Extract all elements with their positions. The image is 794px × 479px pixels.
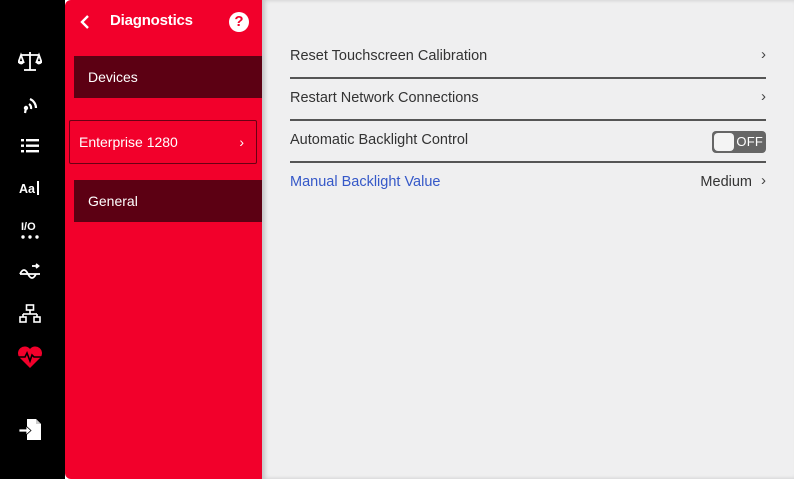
chevron-right-icon: › bbox=[761, 46, 766, 63]
scale-icon[interactable] bbox=[15, 47, 45, 75]
manual-backlight-row[interactable]: Manual Backlight Value Medium › bbox=[290, 163, 766, 205]
heart-pulse-icon[interactable] bbox=[15, 343, 45, 371]
restart-network-row[interactable]: Restart Network Connections › bbox=[290, 79, 766, 121]
export-file-icon[interactable] bbox=[15, 415, 45, 443]
row-label: Restart Network Connections bbox=[290, 90, 479, 106]
row-label: Reset Touchscreen Calibration bbox=[290, 48, 488, 64]
chevron-right-icon: › bbox=[239, 134, 244, 150]
backlight-value: Medium bbox=[700, 174, 752, 190]
back-button[interactable] bbox=[75, 10, 97, 34]
toggle-knob bbox=[714, 133, 734, 151]
nav-item-label: Enterprise 1280 bbox=[79, 134, 178, 150]
row-label: Manual Backlight Value bbox=[290, 174, 441, 190]
network-icon[interactable] bbox=[15, 300, 45, 328]
row-label: Automatic Backlight Control bbox=[290, 132, 469, 148]
auto-backlight-row: Automatic Backlight Control OFF bbox=[290, 121, 766, 163]
panel-header: Diagnostics ? bbox=[65, 0, 262, 44]
help-button[interactable]: ? bbox=[229, 12, 249, 32]
io-icon[interactable]: I/O bbox=[15, 216, 45, 244]
svg-text:I/O: I/O bbox=[21, 221, 36, 233]
reset-touchscreen-row[interactable]: Reset Touchscreen Calibration › bbox=[290, 37, 766, 79]
chevron-right-icon: › bbox=[761, 172, 766, 189]
signal-flow-icon[interactable] bbox=[15, 258, 45, 286]
text-size-icon[interactable]: Aa bbox=[15, 174, 45, 202]
nav-item-label: Devices bbox=[88, 69, 138, 85]
auto-backlight-toggle[interactable]: OFF bbox=[712, 131, 766, 153]
toggle-state-label: OFF bbox=[736, 134, 763, 149]
chevron-left-icon bbox=[80, 15, 89, 29]
navigation-panel: Diagnostics ? Devices Enterprise 1280 › … bbox=[65, 0, 262, 479]
chevron-right-icon: › bbox=[761, 88, 766, 105]
nav-item-general[interactable]: General bbox=[74, 180, 262, 222]
nav-item-label: General bbox=[88, 193, 138, 209]
app-window: Aa I/O Diagnostics ? Devices Enterprise … bbox=[0, 0, 794, 479]
nav-item-enterprise-1280[interactable]: Enterprise 1280 › bbox=[69, 120, 257, 164]
svg-text:Aa: Aa bbox=[19, 182, 36, 196]
settings-content: Reset Touchscreen Calibration › Restart … bbox=[262, 0, 794, 479]
signal-icon[interactable] bbox=[15, 90, 45, 118]
page-title: Diagnostics bbox=[110, 12, 193, 29]
nav-item-devices[interactable]: Devices bbox=[74, 56, 262, 98]
icon-rail: Aa I/O bbox=[0, 0, 65, 479]
list-icon[interactable] bbox=[15, 132, 45, 160]
